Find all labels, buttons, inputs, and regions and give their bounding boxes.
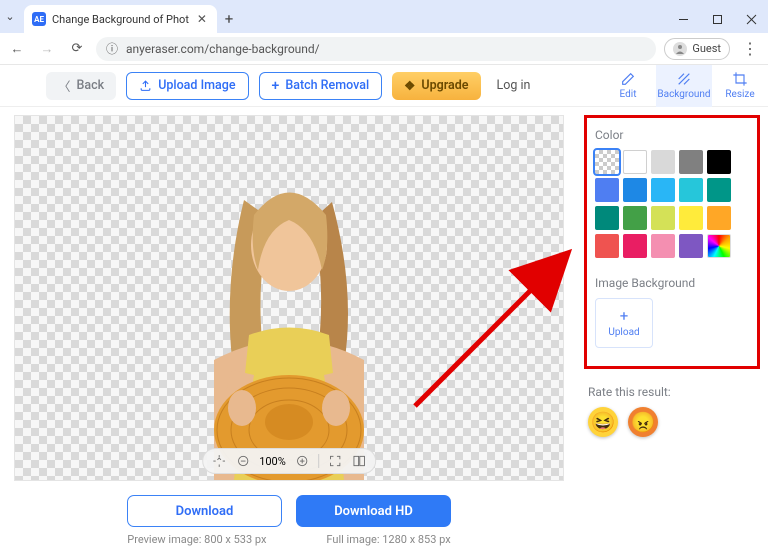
color-swatch[interactable] xyxy=(679,150,703,174)
tab-title: Change Background of Phot xyxy=(52,13,189,26)
nav-back-icon[interactable]: ← xyxy=(6,38,28,60)
favicon: AE xyxy=(32,12,46,26)
tab-close-icon[interactable]: ✕ xyxy=(195,12,209,26)
plus-icon: + xyxy=(620,309,629,324)
background-panel: Color Image Background + Upload xyxy=(584,115,760,369)
color-swatch[interactable] xyxy=(595,206,619,230)
color-swatch[interactable] xyxy=(595,150,619,174)
nav-forward-icon: → xyxy=(36,38,58,60)
plus-icon: + xyxy=(272,78,280,94)
download-row: Download Download HD xyxy=(127,495,451,527)
upload-background-button[interactable]: + Upload xyxy=(595,298,653,348)
tab-edit[interactable]: Edit xyxy=(600,65,656,107)
new-tab-button[interactable]: + xyxy=(217,5,241,33)
canvas[interactable]: 100% xyxy=(14,115,564,481)
color-swatch[interactable] xyxy=(707,178,731,202)
upgrade-label: Upgrade xyxy=(421,78,468,93)
color-swatch[interactable] xyxy=(651,178,675,202)
tab-edit-label: Edit xyxy=(620,89,637,100)
batch-removal-button[interactable]: + Batch Removal xyxy=(259,72,383,100)
avatar-icon xyxy=(673,42,687,56)
zoom-in-icon[interactable] xyxy=(294,453,310,469)
color-swatch[interactable] xyxy=(679,234,703,258)
window-maximize-icon[interactable] xyxy=(700,5,734,33)
tab-resize-label: Resize xyxy=(725,89,754,100)
tab-resize[interactable]: Resize xyxy=(712,65,768,107)
window-close-icon[interactable] xyxy=(734,5,768,33)
main-area: 100% Download Download HD Preview image:… xyxy=(0,107,768,554)
window-minimize-icon[interactable] xyxy=(666,5,700,33)
rate-sad-button[interactable]: 😠 xyxy=(628,407,658,437)
pan-icon[interactable] xyxy=(211,453,227,469)
zoom-toolbar: 100% xyxy=(202,448,376,474)
app-header: 〈 Back Upload Image + Batch Removal ❖ Up… xyxy=(0,65,768,107)
color-swatch[interactable] xyxy=(623,178,647,202)
color-swatch[interactable] xyxy=(707,206,731,230)
annotation-arrow xyxy=(405,246,585,416)
image-meta: Preview image: 800 x 533 px Full image: … xyxy=(127,533,450,546)
diamond-icon: ❖ xyxy=(404,78,415,94)
preview-size-label: Preview image: 800 x 533 px xyxy=(127,533,266,546)
tab-background[interactable]: Background xyxy=(656,65,712,107)
color-swatch[interactable] xyxy=(707,150,731,174)
mode-tabs: Edit Background Resize xyxy=(600,65,768,107)
back-button[interactable]: 〈 Back xyxy=(46,72,116,100)
url-text: anyeraser.com/change-background/ xyxy=(126,42,320,56)
back-label: Back xyxy=(77,78,105,93)
fit-screen-icon[interactable] xyxy=(327,453,343,469)
rate-block: Rate this result: 😆 😠 xyxy=(584,385,760,437)
sidebar: Color Image Background + Upload Rate thi… xyxy=(578,107,768,554)
profile-label: Guest xyxy=(692,42,721,55)
profile-button[interactable]: Guest xyxy=(664,38,730,60)
crop-icon xyxy=(732,71,748,87)
color-swatch[interactable] xyxy=(623,150,647,174)
address-bar[interactable]: ⓘ anyeraser.com/change-background/ xyxy=(96,37,656,61)
canvas-area: 100% Download Download HD Preview image:… xyxy=(0,107,578,554)
color-swatch[interactable] xyxy=(707,234,731,258)
chevron-left-icon: 〈 xyxy=(58,76,71,95)
download-hd-button[interactable]: Download HD xyxy=(296,495,451,527)
color-swatch[interactable] xyxy=(651,234,675,258)
download-button[interactable]: Download xyxy=(127,495,282,527)
tab-background-label: Background xyxy=(657,89,710,100)
upload-image-label: Upload Image xyxy=(158,78,235,93)
color-swatch[interactable] xyxy=(679,178,703,202)
upload-image-button[interactable]: Upload Image xyxy=(126,72,248,100)
upload-icon xyxy=(139,79,152,92)
rate-happy-button[interactable]: 😆 xyxy=(588,407,618,437)
background-icon xyxy=(676,71,692,87)
color-swatch[interactable] xyxy=(595,234,619,258)
full-size-label: Full image: 1280 x 853 px xyxy=(326,533,450,546)
color-swatch[interactable] xyxy=(595,178,619,202)
zoom-level: 100% xyxy=(259,455,286,468)
browser-tab[interactable]: AE Change Background of Phot ✕ xyxy=(24,5,217,33)
nav-reload-icon[interactable]: ⟳ xyxy=(66,38,88,60)
tab-search-chevron[interactable]: ⌄ xyxy=(0,0,20,33)
edit-icon xyxy=(620,71,636,87)
batch-removal-label: Batch Removal xyxy=(285,78,369,93)
color-swatch[interactable] xyxy=(623,234,647,258)
browser-toolbar: ← → ⟳ ⓘ anyeraser.com/change-background/… xyxy=(0,33,768,65)
image-bg-label: Image Background xyxy=(595,276,749,290)
color-swatch[interactable] xyxy=(651,206,675,230)
upload-bg-label: Upload xyxy=(608,327,639,338)
browser-menu-icon[interactable]: ⋮ xyxy=(738,39,762,58)
login-link[interactable]: Log in xyxy=(491,78,537,93)
color-swatch[interactable] xyxy=(679,206,703,230)
upgrade-button[interactable]: ❖ Upgrade xyxy=(392,72,480,100)
color-swatches xyxy=(595,150,749,258)
color-swatch[interactable] xyxy=(623,206,647,230)
rate-label: Rate this result: xyxy=(588,385,760,399)
color-swatch[interactable] xyxy=(651,150,675,174)
browser-titlebar: ⌄ AE Change Background of Phot ✕ + xyxy=(0,0,768,33)
subject-image xyxy=(154,160,424,480)
compare-icon[interactable] xyxy=(351,453,367,469)
zoom-out-icon[interactable] xyxy=(235,453,251,469)
site-info-icon[interactable]: ⓘ xyxy=(106,40,118,57)
color-section-label: Color xyxy=(595,128,749,142)
separator xyxy=(318,454,319,468)
